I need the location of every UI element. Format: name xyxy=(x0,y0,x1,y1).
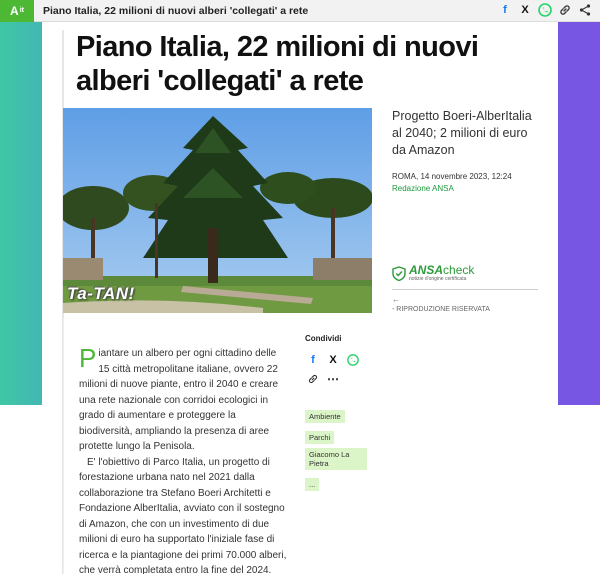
back-arrow-icon[interactable]: ← xyxy=(392,295,400,304)
article-subtitle: Progetto Boeri-AlberItalia al 2040; 2 mi… xyxy=(392,109,532,157)
ansacheck-shield-icon xyxy=(392,265,406,281)
article-title: Piano Italia, 22 milioni di nuovi alberi… xyxy=(76,31,479,97)
article-meta: ROMA, 14 novembre 2023, 12:24 xyxy=(392,172,512,181)
link-icon[interactable] xyxy=(558,3,572,17)
content-divider xyxy=(63,318,64,574)
share-row-2: ⋯ xyxy=(307,373,339,385)
whatsapp-icon[interactable] xyxy=(347,354,359,366)
more-options-icon[interactable]: ⋯ xyxy=(327,373,339,385)
divider xyxy=(392,289,538,290)
ansa-logo[interactable]: Ait xyxy=(0,0,34,22)
tag-giacomo-la-pietra[interactable]: Giacomo La Pietra xyxy=(305,448,367,470)
topbar-title: Piano Italia, 22 milioni di nuovi alberi… xyxy=(43,4,309,17)
article-date: 14 novembre 2023, 12:24 xyxy=(420,172,512,181)
paragraph-1-text: iantare un albero per ogni cittadino del… xyxy=(79,348,279,452)
tag-list: Ambiente Parchi Giacomo La Pietra ... xyxy=(305,406,367,495)
paragraph-2: E' l'obiettivo di Parco Italia, un proge… xyxy=(79,456,287,574)
link-icon[interactable] xyxy=(307,373,319,385)
hero-image[interactable]: Ta-TAN! xyxy=(63,108,372,313)
x-icon[interactable]: X xyxy=(518,3,532,17)
article-location: ROMA, xyxy=(392,172,419,181)
whatsapp-icon[interactable] xyxy=(538,3,552,17)
top-share-icons: f X xyxy=(498,3,592,17)
paragraph-1: Piantare un albero per ogni cittadino de… xyxy=(79,343,289,455)
share-label: Condividi xyxy=(305,334,342,343)
tag-ambiente[interactable]: Ambiente xyxy=(305,410,345,423)
top-bar: Ait Piano Italia, 22 milioni di nuovi al… xyxy=(0,0,600,22)
facebook-icon[interactable]: f xyxy=(498,3,512,17)
tag-parchi[interactable]: Parchi xyxy=(305,431,335,444)
rights-notice: - RIPRODUZIONE RISERVATA xyxy=(392,306,490,313)
image-overlay-text: Ta-TAN! xyxy=(67,284,135,303)
tag-more[interactable]: ... xyxy=(305,478,320,491)
share-row-1: f X xyxy=(307,354,359,366)
share-icon[interactable] xyxy=(578,3,592,17)
x-icon[interactable]: X xyxy=(327,354,339,366)
ansacheck-brand: ANSA xyxy=(409,263,444,277)
ansacheck-suffix: check xyxy=(443,263,475,277)
facebook-icon[interactable]: f xyxy=(307,354,319,366)
ansacheck-badge[interactable]: ANSAcheck notizie d'origine certificata xyxy=(392,264,474,282)
dropcap: P xyxy=(79,343,97,373)
ansacheck-tagline: notizie d'origine certificata xyxy=(409,276,467,282)
article-body: Piantare un albero per ogni cittadino de… xyxy=(79,343,289,574)
article-author[interactable]: Redazione ANSA xyxy=(392,184,454,193)
